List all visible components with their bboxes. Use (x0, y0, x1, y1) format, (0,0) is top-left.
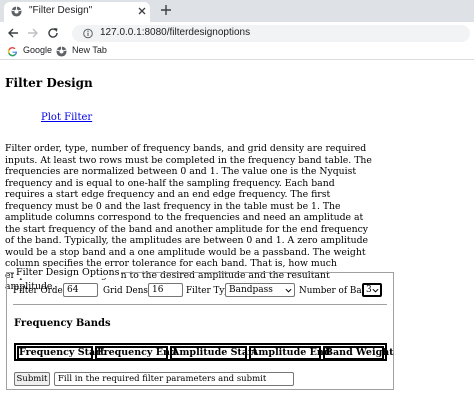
bookmark-google[interactable]: Google (7, 45, 57, 58)
globe-icon (11, 6, 22, 17)
bookmark-label: New Tab (72, 45, 107, 55)
chevron-down-icon (285, 288, 292, 293)
google-icon (7, 47, 18, 57)
chevron-down-icon (372, 288, 379, 293)
bookmark-label: Google (23, 45, 53, 55)
filter-type-select[interactable]: Bandpass (225, 283, 295, 297)
status-field[interactable]: Fill in the required filter parameters a… (54, 372, 294, 386)
frequency-bands-table: Frequency Start Frequency End Amplitude … (14, 343, 394, 361)
tab-strip: "Filter Design" (0, 0, 474, 22)
globe-icon (56, 46, 67, 57)
page-content: Filter Design Plot Filter Filter order, … (0, 61, 474, 400)
back-arrow-icon[interactable] (7, 27, 19, 39)
filter-order-input[interactable]: 64 (63, 283, 98, 297)
num-bands-select[interactable]: 3 (362, 283, 382, 297)
filter-design-options-fieldset: Filter Design Options Filter Order: 64 G… (6, 267, 394, 390)
info-icon[interactable] (83, 28, 93, 39)
browser-tab[interactable]: "Filter Design" (4, 2, 150, 22)
column-header-band-weight: Band Weight (323, 346, 394, 360)
url-text: 127.0.0.1:8080/filterdesignoptions (100, 27, 251, 38)
column-header-amplitude-start: Amplitude Start (170, 346, 258, 360)
address-bar[interactable]: 127.0.0.1:8080/filterdesignoptions (72, 25, 470, 42)
fieldset-legend: Filter Design Options (14, 267, 122, 278)
forward-arrow-icon[interactable] (27, 27, 39, 39)
grid-density-input[interactable]: 16 (148, 283, 183, 297)
bookmarks-bar: Google New Tab (0, 43, 474, 60)
num-bands-value: 3 (366, 285, 372, 295)
filter-order-label: Filter Order: (13, 286, 70, 296)
reload-icon[interactable] (47, 27, 59, 39)
column-header-amplitude-end: Amplitude End (249, 346, 331, 360)
column-header-frequency-end: Frequency End (95, 346, 177, 360)
page-title: Filter Design (5, 76, 93, 90)
bookmark-new-tab[interactable]: New Tab (56, 45, 116, 58)
submit-button[interactable]: Submit (14, 372, 50, 386)
frequency-bands-heading: Frequency Bands (14, 318, 111, 329)
divider (13, 304, 387, 305)
column-header-frequency-start: Frequency Start (17, 346, 105, 360)
tab-title: "Filter Design" (29, 5, 93, 16)
new-tab-plus-icon[interactable] (160, 4, 172, 16)
browser-toolbar: 127.0.0.1:8080/filterdesignoptions (0, 22, 474, 43)
filter-type-value: Bandpass (229, 285, 273, 295)
close-icon[interactable] (137, 6, 147, 16)
plot-filter-link[interactable]: Plot Filter (41, 112, 92, 123)
